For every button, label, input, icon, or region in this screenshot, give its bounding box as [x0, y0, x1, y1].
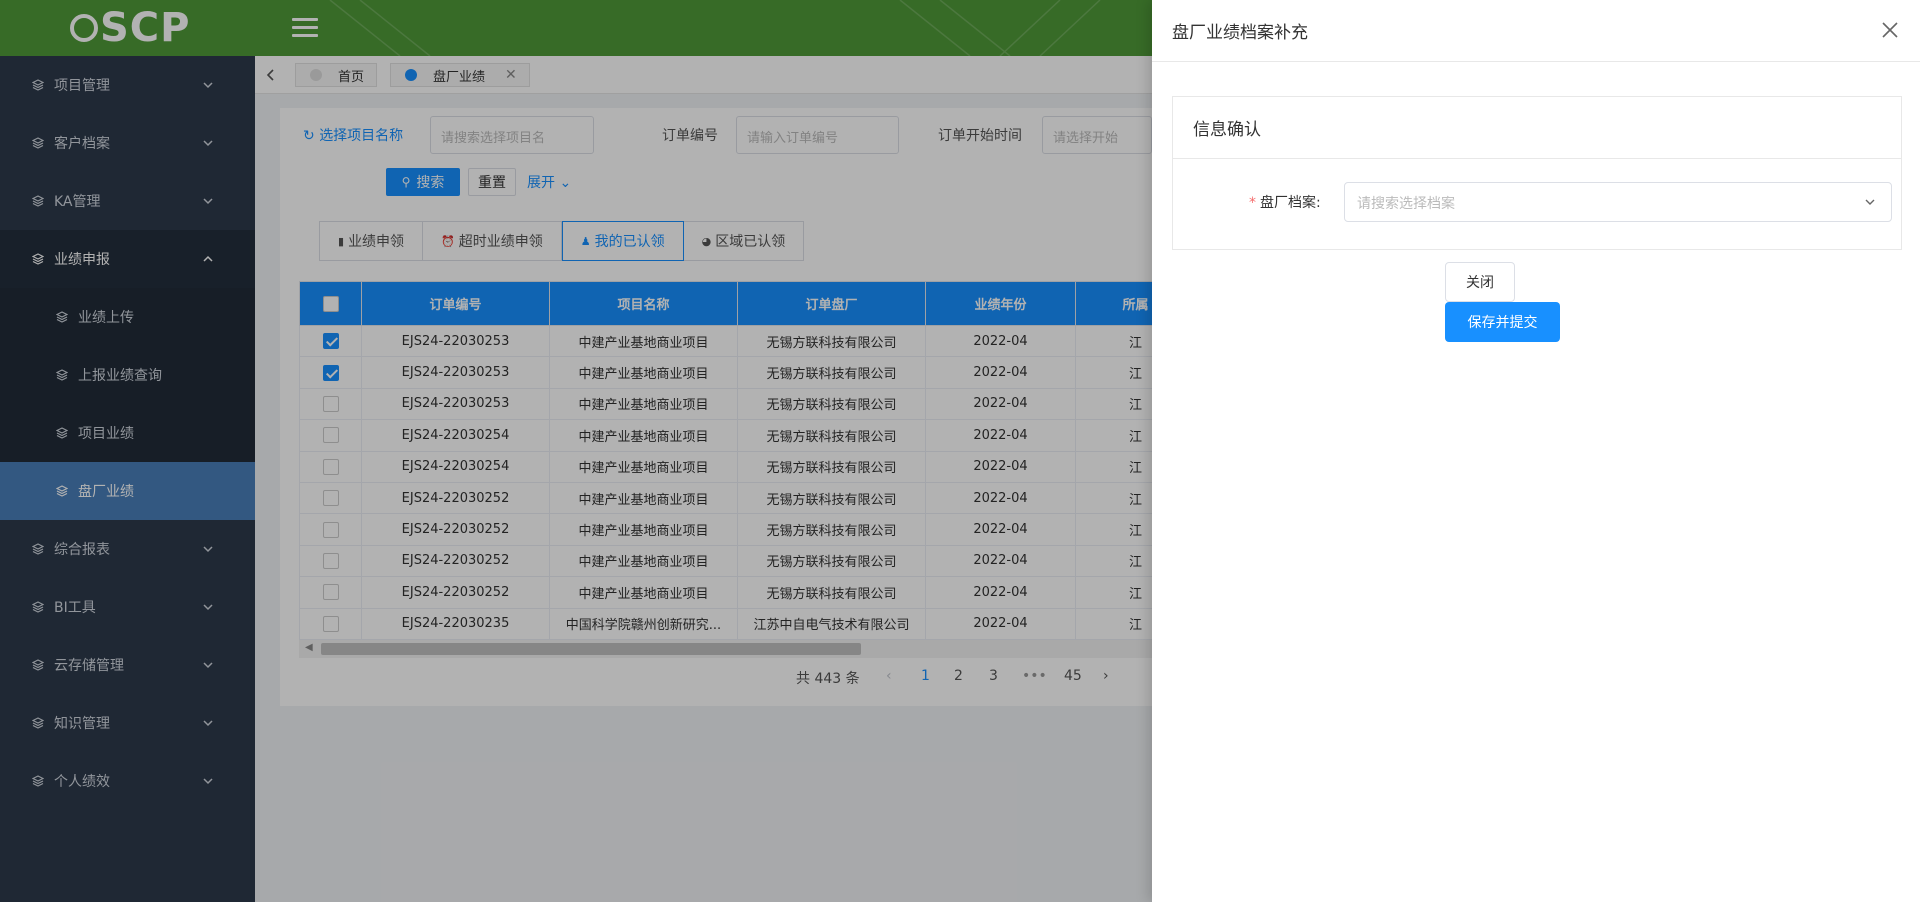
- info-confirm-card: 信息确认 * 盘厂档案: 请搜索选择档案: [1172, 96, 1902, 250]
- factory-file-select[interactable]: 请搜索选择档案: [1344, 182, 1892, 222]
- factory-file-label: * 盘厂档案:: [1249, 195, 1321, 211]
- close-button[interactable]: 关闭: [1445, 262, 1515, 302]
- close-icon[interactable]: [1880, 20, 1900, 40]
- drawer-header: 盘厂业绩档案补充: [1152, 0, 1920, 62]
- factory-file-row: * 盘厂档案: 请搜索选择档案: [1173, 182, 1903, 222]
- save-submit-button[interactable]: 保存并提交: [1445, 302, 1560, 342]
- chevron-down-icon: [1865, 199, 1875, 205]
- drawer-title: 盘厂业绩档案补充: [1172, 23, 1308, 43]
- card-title: 信息确认: [1173, 97, 1901, 159]
- drawer-panel: 盘厂业绩档案补充 信息确认 * 盘厂档案: 请搜索选择档案 关闭 保存并提交: [1152, 0, 1920, 902]
- required-mark: *: [1249, 195, 1256, 211]
